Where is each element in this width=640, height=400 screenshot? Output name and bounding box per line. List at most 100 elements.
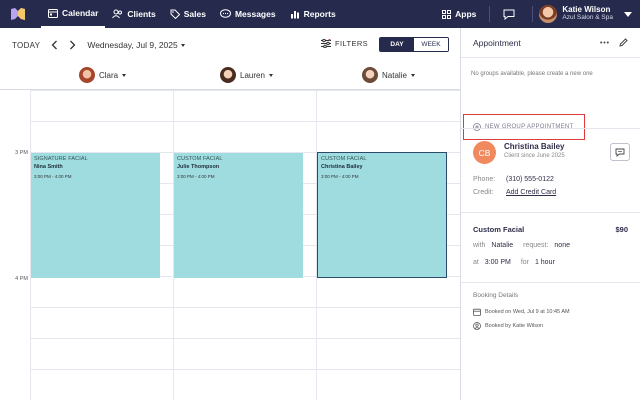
messages-icon [219, 9, 231, 18]
chevron-left-icon[interactable] [51, 40, 58, 50]
calendar-icon [48, 9, 58, 18]
grid-line [30, 338, 460, 339]
at-label: at [473, 259, 479, 266]
chat-icon [615, 148, 625, 157]
staff-selector-lauren[interactable]: Lauren [220, 67, 273, 83]
client-since: Client since June 2025 [504, 153, 565, 159]
caret-down-icon [180, 43, 185, 47]
divider [461, 128, 640, 129]
nav-calendar[interactable]: Calendar [41, 0, 106, 28]
staff-avatar [220, 67, 236, 83]
grid-line [30, 369, 460, 370]
appointment-panel: Appointment No groups available, please … [460, 28, 640, 400]
appointment-client: Julie Thompson [177, 164, 220, 170]
nav-sales[interactable]: Sales [163, 0, 213, 28]
appointment-service: CUSTOM FACIAL [177, 156, 223, 162]
appointment-block[interactable]: CUSTOM FACIAL Julie Thompson 3:00 PM - 4… [174, 153, 303, 278]
caret-down-icon [122, 73, 127, 77]
filters-label: FILTERS [335, 39, 369, 48]
service-name: Custom Facial [473, 225, 525, 234]
staff-avatar [362, 67, 378, 83]
app-logo-icon[interactable] [11, 8, 25, 20]
divider [461, 282, 640, 283]
caret-down-icon [268, 73, 273, 77]
credit-row: Credit: Add Credit Card [473, 189, 556, 196]
date-selector[interactable]: Wednesday, Jul 9, 2025 [87, 40, 185, 50]
service-time-row: at 3:00 PM for 1 hour [473, 259, 555, 266]
nav-divider [489, 6, 491, 22]
client-avatar: CB [473, 141, 496, 164]
caret-down-icon [410, 73, 415, 77]
with-label: with [473, 242, 486, 249]
appointment-service: CUSTOM FACIAL [321, 156, 367, 162]
appointment-block[interactable]: SIGNATURE FACIAL Nina Smith 3:00 PM - 4:… [31, 153, 160, 278]
booking-details-title: Booking Details [473, 292, 519, 299]
appointment-service: SIGNATURE FACIAL [34, 156, 88, 162]
new-group-appointment-label: NEW GROUP APPOINTMENT [485, 124, 574, 130]
appointment-time: 3:00 PM - 4:00 PM [177, 174, 215, 179]
booked-on-text: Booked on Wed, Jul 9 at 10:45 AM [485, 309, 570, 315]
panel-title: Appointment [473, 37, 521, 48]
grid-line [30, 307, 460, 308]
view-toggle: DAY WEEK [379, 37, 449, 52]
filter-icon [321, 39, 331, 48]
chat-button[interactable] [496, 0, 526, 28]
calendar-toolbar: TODAY Wednesday, Jul 9, 2025 FILTERS DAY… [0, 28, 460, 62]
nav-sales-label: Sales [183, 9, 206, 19]
request-value: none [554, 242, 570, 249]
filters-button[interactable]: FILTERS [321, 39, 368, 48]
chevron-right-icon[interactable] [69, 40, 76, 50]
add-credit-card-link[interactable]: Add Credit Card [506, 189, 556, 196]
no-groups-message: No groups available, please create a new… [471, 71, 593, 77]
nav-calendar-label: Calendar [62, 8, 99, 18]
calendar-icon [473, 308, 481, 316]
service-staff[interactable]: Natalie [491, 242, 513, 249]
time-label: 3 PM [15, 150, 28, 156]
staff-name: Clara [99, 70, 119, 80]
staff-selector-natalie[interactable]: Natalie [362, 67, 415, 83]
service-price: $90 [615, 225, 628, 234]
appointment-time: 3:00 PM - 4:00 PM [321, 174, 359, 179]
edit-icon[interactable] [619, 38, 628, 47]
view-day-button[interactable]: DAY [380, 38, 414, 51]
tag-icon [170, 9, 180, 19]
user-avatar [539, 5, 558, 23]
nav-clients-label: Clients [127, 9, 156, 19]
plus-circle-icon [473, 123, 481, 131]
view-week-button[interactable]: WEEK [414, 38, 448, 51]
group-dropdown: No groups available, please create a new… [461, 58, 640, 146]
reports-icon [290, 11, 299, 19]
nav-messages-label: Messages [234, 9, 276, 19]
clients-icon [112, 9, 123, 19]
service-time[interactable]: 3:00 PM [485, 259, 511, 266]
user-menu[interactable]: Katie Wilson Azul Salon & Spa [539, 5, 632, 23]
nav-messages[interactable]: Messages [213, 0, 283, 28]
panel-header: Appointment [461, 28, 640, 58]
more-options-icon[interactable] [600, 41, 609, 44]
appointment-client: Nina Smith [34, 164, 63, 170]
date-label: Wednesday, Jul 9, 2025 [87, 40, 178, 50]
nav-apps-label: Apps [455, 9, 477, 19]
staff-name: Lauren [240, 70, 265, 80]
chat-icon [503, 9, 515, 20]
booked-by-row: Booked by Katie Wilson [473, 322, 543, 330]
booked-on-row: Booked on Wed, Jul 9 at 10:45 AM [473, 308, 570, 316]
staff-selector-clara[interactable]: Clara [79, 67, 127, 83]
chevron-down-icon [624, 11, 632, 17]
nav-clients[interactable]: Clients [105, 0, 162, 28]
for-label: for [520, 259, 529, 266]
request-label: request: [523, 242, 549, 249]
divider [461, 212, 640, 213]
time-label: 4 PM [15, 276, 28, 282]
nav-reports[interactable]: Reports [283, 0, 343, 28]
new-group-appointment-button[interactable]: NEW GROUP APPOINTMENT [463, 114, 585, 140]
calendar-grid[interactable]: 3 PM 4 PM SIGNATURE FACIAL Nina Smith 3:… [0, 90, 460, 400]
appointment-block-selected[interactable]: CUSTOM FACIAL Christina Bailey 3:00 PM -… [317, 152, 447, 278]
credit-label: Credit: [473, 189, 494, 196]
nav-reports-label: Reports [303, 9, 336, 19]
message-client-button[interactable] [610, 143, 630, 161]
today-button[interactable]: TODAY [12, 41, 40, 50]
nav-apps[interactable]: Apps [435, 0, 483, 28]
service-duration[interactable]: 1 hour [535, 259, 555, 266]
client-name[interactable]: Christina Bailey [504, 142, 564, 151]
